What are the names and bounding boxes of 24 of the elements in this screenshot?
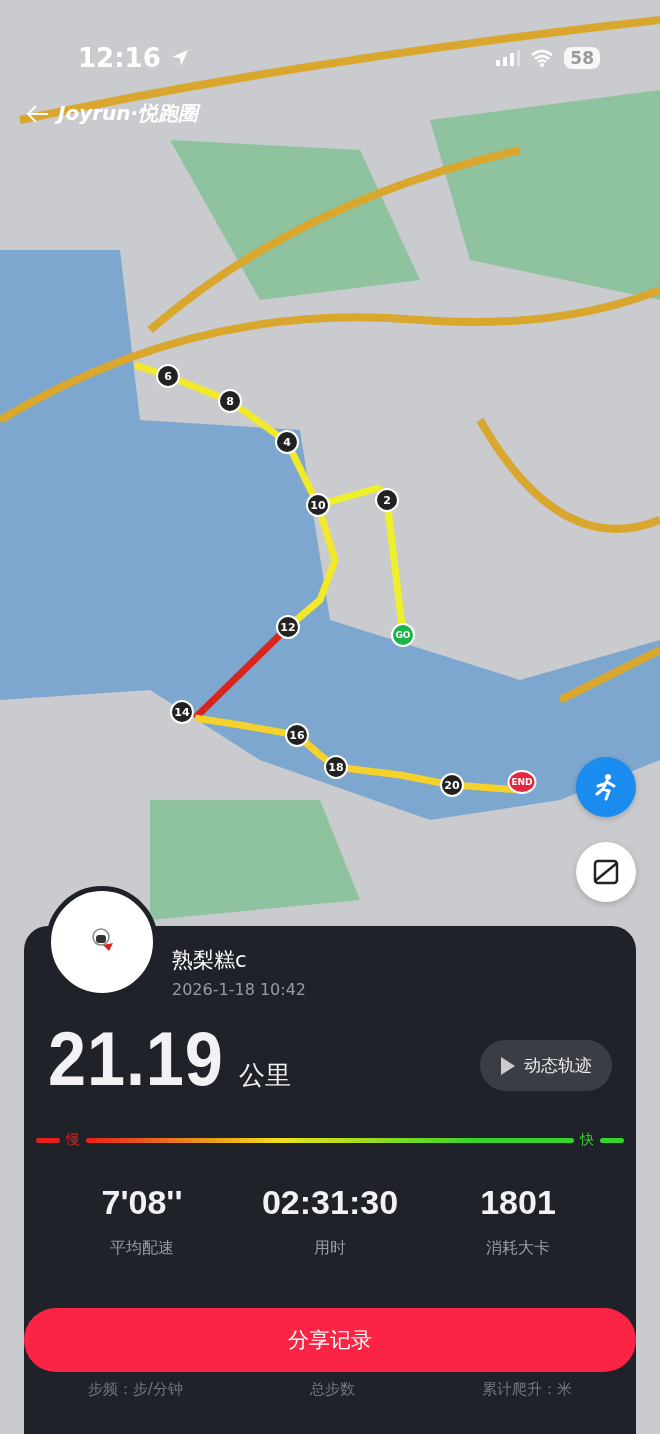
stat-value: 02:31:30 [261, 1183, 399, 1222]
slow-label: 慢 [66, 1131, 80, 1149]
location-arrow-icon [170, 49, 189, 67]
distance-unit: 公里 [239, 1059, 292, 1092]
stat-value: 7'08'' [101, 1183, 183, 1222]
stat-value: 1801 [480, 1183, 556, 1222]
image-frame-icon [593, 859, 619, 885]
signal-icon [496, 50, 521, 66]
replay-button[interactable]: 动态轨迹 [480, 1040, 612, 1091]
stat-label: 消耗大卡 [486, 1238, 550, 1259]
stat-label: 用时 [314, 1238, 346, 1259]
stat-label: 平均配速 [110, 1238, 174, 1259]
back-arrow-icon[interactable] [26, 103, 48, 124]
play-icon [500, 1055, 516, 1076]
stat-label: 步频：步/分钟 [87, 1380, 183, 1399]
distance-value: 21.19 [48, 1021, 224, 1097]
stat-label: 总步数 [310, 1380, 356, 1399]
stat-label: 累计爬升：米 [482, 1380, 573, 1399]
wifi-icon [530, 49, 555, 67]
battery-indicator: 58 [564, 47, 600, 69]
user-name: 熟梨糕c [172, 947, 248, 974]
fast-label: 快 [580, 1131, 594, 1149]
share-button[interactable]: 分享记录 [24, 1308, 636, 1372]
run-datetime: 2026-1-18 10:42 [172, 980, 307, 999]
